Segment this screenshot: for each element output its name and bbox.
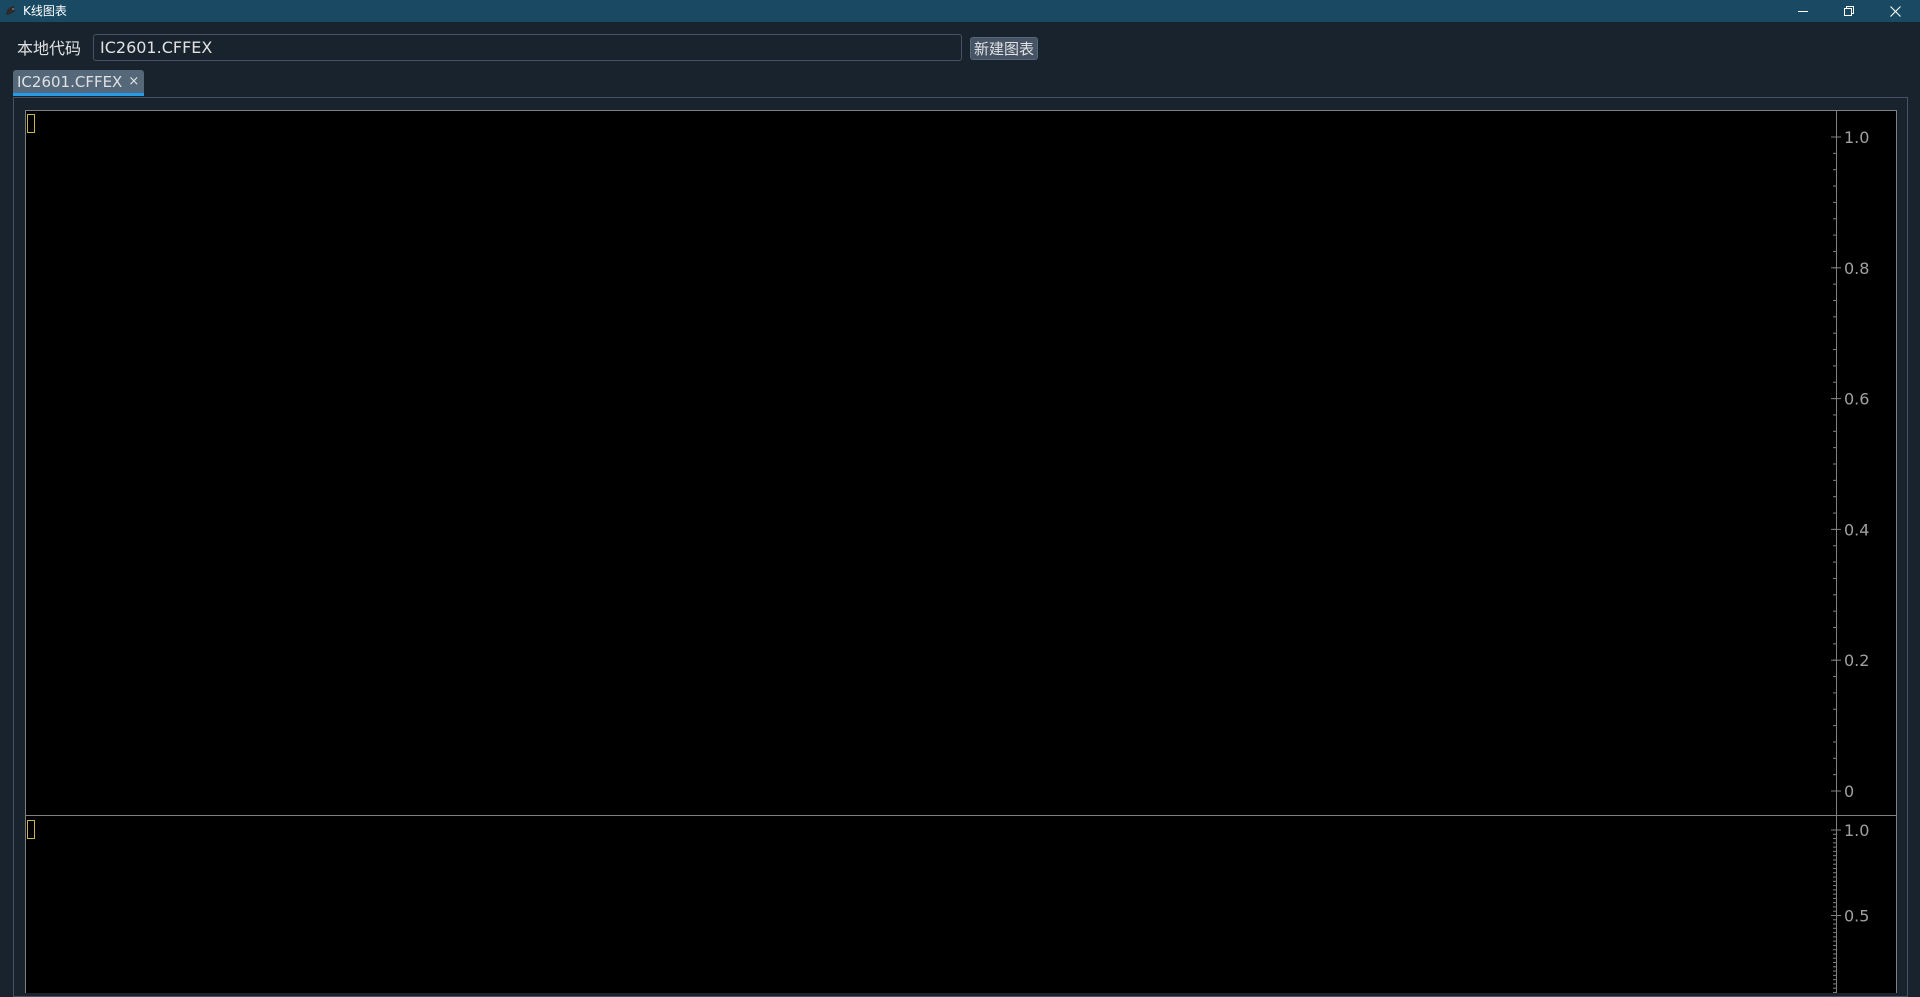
close-icon: [1889, 5, 1901, 17]
close-button[interactable]: [1872, 0, 1918, 22]
y-tick-label-0-2: 0.6: [1844, 390, 1869, 409]
tab-ic2601-cffex[interactable]: IC2601.CFFEX ×: [13, 70, 144, 96]
minimize-button[interactable]: [1780, 0, 1826, 22]
restore-button[interactable]: [1826, 0, 1872, 22]
app-logo-icon: [6, 6, 16, 15]
window-title: K线图表: [23, 4, 67, 18]
new-chart-button[interactable]: 新建图表: [970, 37, 1038, 60]
kline-chart-area[interactable]: 1.0 0.8 0.6 0.4 0.2 0 1.0 0.5: [25, 110, 1897, 993]
y-tick-label-0-0: 1.0: [1844, 128, 1869, 147]
kline-chart-svg[interactable]: 1.0 0.8 0.6 0.4 0.2 0 1.0 0.5: [25, 110, 1897, 993]
chart-background: [25, 110, 1897, 993]
y-tick-label-0-3: 0.4: [1844, 520, 1869, 539]
local-code-label: 本地代码: [17, 39, 82, 58]
minimize-icon: [1798, 11, 1808, 12]
y-tick-label-0-1: 0.8: [1844, 259, 1869, 278]
local-code-input[interactable]: [93, 34, 962, 61]
y-tick-label-0-4: 0.2: [1844, 651, 1869, 670]
y-tick-label-0-5: 0: [1844, 782, 1854, 801]
y-tick-label-1-0: 1.0: [1844, 821, 1869, 840]
tab-label: IC2601.CFFEX: [17, 72, 123, 91]
restore-icon: [1844, 6, 1854, 16]
title-bar: K线图表: [0, 0, 1920, 22]
tab-close-icon[interactable]: ×: [128, 75, 139, 88]
y-tick-label-1-1: 0.5: [1844, 907, 1869, 926]
